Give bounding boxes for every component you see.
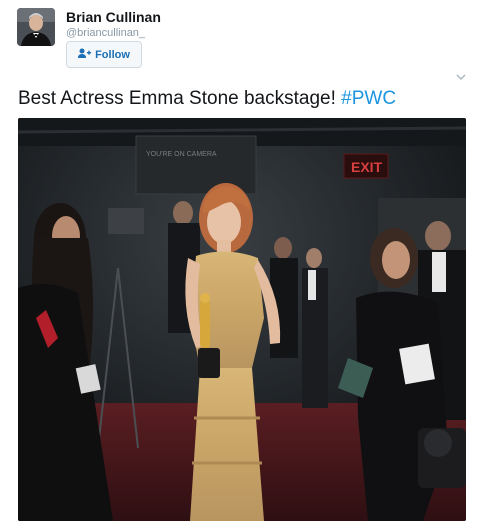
user-handle[interactable]: @briancullinan_	[66, 27, 145, 39]
add-user-icon	[78, 48, 92, 62]
backdrop-sign-text: YOU'RE ON CAMERA	[146, 151, 217, 158]
tweet-text: Best Actress Emma Stone backstage! #PWC	[18, 88, 396, 110]
backstage-photo: YOU'RE ON CAMERA EXIT	[18, 118, 466, 521]
follow-label: Follow	[95, 48, 130, 61]
hashtag-link[interactable]: #PWC	[341, 88, 396, 109]
avatar[interactable]	[17, 8, 55, 46]
avatar-image	[17, 8, 55, 46]
exit-sign-text: EXIT	[351, 159, 383, 175]
chevron-down-icon[interactable]	[455, 70, 467, 82]
follow-button[interactable]: Follow	[66, 41, 142, 68]
display-name[interactable]: Brian Cullinan	[66, 9, 161, 25]
tweet-body: Best Actress Emma Stone backstage!	[18, 88, 342, 109]
tweet-photo[interactable]: YOU'RE ON CAMERA EXIT	[18, 118, 466, 521]
